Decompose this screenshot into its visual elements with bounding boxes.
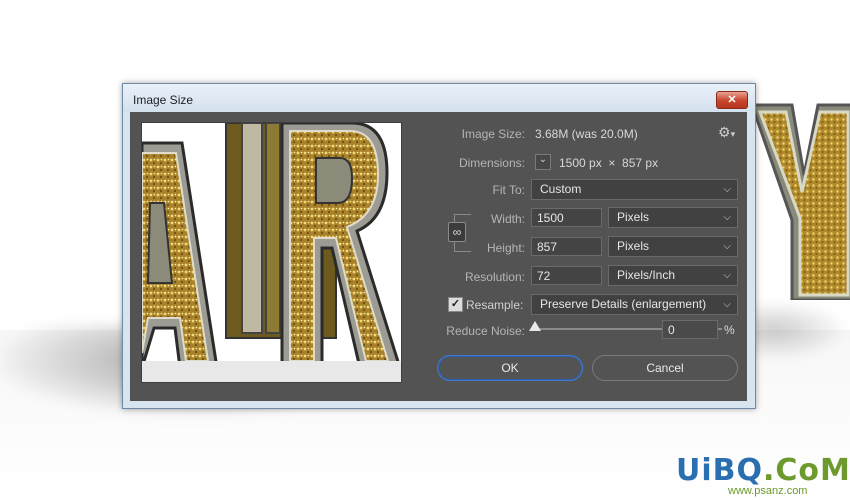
gear-icon[interactable]: ⚙▾ — [718, 124, 735, 141]
resample-method-select[interactable]: Preserve Details (enlargement) ⌵ — [531, 294, 738, 315]
close-button[interactable]: ✕ — [716, 91, 748, 109]
window-title: Image Size — [133, 93, 194, 107]
resolution-unit-select[interactable]: Pixels/Inch ⌵ — [608, 265, 738, 286]
image-preview[interactable] — [141, 122, 402, 383]
ok-button[interactable]: OK — [437, 355, 583, 381]
chevron-down-icon: ⌵ — [723, 241, 731, 252]
resolution-unit-value: Pixels/Inch — [617, 268, 676, 282]
reduce-noise-unit: % — [724, 323, 735, 337]
resolution-label: Resolution: — [464, 270, 525, 284]
fit-to-select[interactable]: Custom ⌵ — [531, 179, 738, 200]
reduce-noise-thumb[interactable] — [529, 321, 541, 331]
link-icon: ∞ — [452, 225, 462, 239]
cancel-button[interactable]: Cancel — [592, 355, 738, 381]
dimensions-value: 1500 px × 857 px — [559, 156, 659, 170]
watermark-url: www.psanz.com — [728, 485, 808, 497]
height-unit-select[interactable]: Pixels ⌵ — [608, 236, 738, 257]
dimensions-label: Dimensions: — [458, 156, 525, 170]
chevron-down-icon: ⌵ — [723, 212, 731, 223]
reduce-noise-label: Reduce Noise: — [446, 324, 525, 338]
fit-to-value: Custom — [540, 182, 582, 196]
resample-label: Resample: — [466, 298, 524, 312]
width-input[interactable]: 1500 — [531, 208, 602, 227]
width-label: Width: — [490, 212, 525, 226]
chevron-down-icon: ⌵ — [723, 184, 731, 195]
image-size-value: 3.68M (was 20.0M) — [535, 127, 638, 141]
fit-to-label: Fit To: — [492, 183, 525, 197]
resolution-input[interactable]: 72 — [531, 266, 602, 285]
dialog-body: Image Size: 3.68M (was 20.0M) ⚙▾ Dimensi… — [130, 112, 747, 401]
resample-checkbox[interactable]: ✓ — [448, 297, 463, 312]
width-unit-value: Pixels — [617, 210, 650, 224]
image-size-window: Image Size ✕ Image Size: 3.68M (was 20.0… — [122, 83, 756, 409]
close-icon: ✕ — [727, 94, 737, 106]
chevron-down-icon: ⌵ — [723, 270, 731, 281]
chevron-down-icon: ⌄ — [538, 154, 548, 165]
height-input[interactable]: 857 — [531, 237, 602, 256]
watermark-logo: UiBQ.CoM — [676, 453, 850, 488]
resample-method-value: Preserve Details (enlargement) — [540, 297, 707, 311]
image-size-label: Image Size: — [461, 127, 525, 141]
dimensions-dropdown-toggle[interactable]: ⌄ — [535, 154, 551, 170]
title-bar[interactable]: Image Size ✕ — [123, 84, 755, 112]
width-unit-select[interactable]: Pixels ⌵ — [608, 207, 738, 228]
height-unit-value: Pixels — [617, 239, 650, 253]
background-gold-letter — [752, 103, 850, 300]
chevron-down-icon: ⌵ — [723, 299, 731, 310]
preview-artwork — [142, 123, 401, 382]
height-label: Height: — [486, 241, 525, 255]
check-icon: ✓ — [450, 298, 461, 310]
reduce-noise-input[interactable]: 0 — [662, 320, 718, 339]
